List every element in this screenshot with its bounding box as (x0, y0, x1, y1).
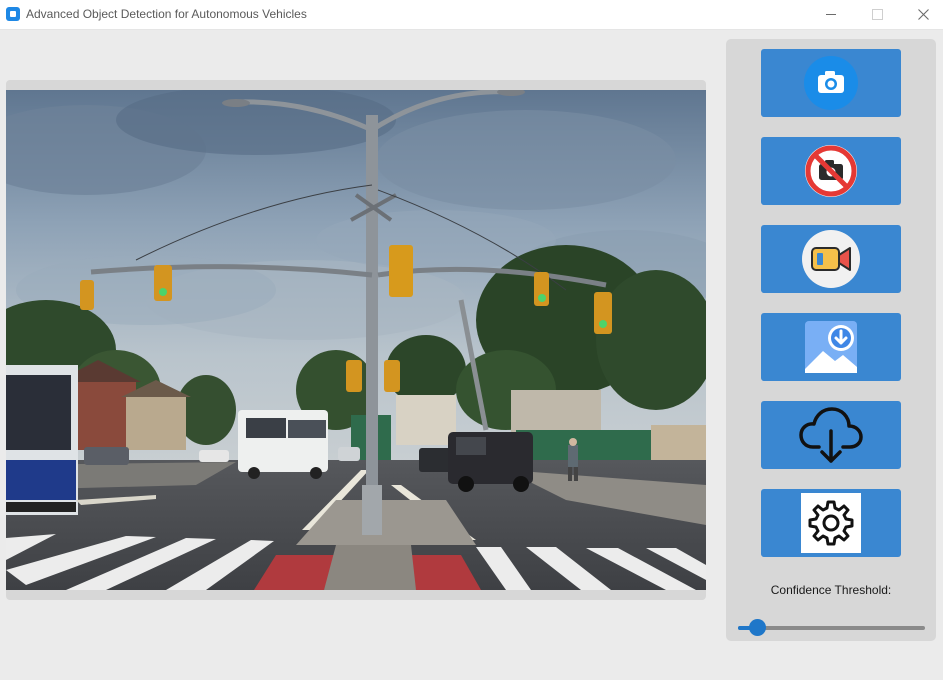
control-panel: Confidence Threshold: (726, 39, 936, 641)
minimize-button[interactable] (808, 0, 854, 29)
save-result-button[interactable] (761, 401, 901, 469)
title-bar: Advanced Object Detection for Autonomous… (0, 0, 943, 30)
gear-icon (808, 500, 854, 546)
confidence-threshold-label: Confidence Threshold: (770, 583, 892, 597)
camera-image (6, 90, 706, 590)
load-image-button[interactable] (761, 313, 901, 381)
app-icon (6, 7, 20, 21)
window-title: Advanced Object Detection for Autonomous… (26, 7, 307, 21)
settings-icon-box (801, 493, 861, 553)
close-icon (917, 9, 929, 20)
open-camera-button[interactable] (761, 49, 901, 117)
video-camera-icon (802, 230, 860, 288)
camera-icon (804, 56, 858, 110)
confidence-slider[interactable] (738, 619, 925, 636)
cloud-download-icon (799, 407, 863, 463)
settings-button[interactable] (761, 489, 901, 557)
maximize-button[interactable] (854, 0, 900, 29)
slider-handle[interactable] (748, 619, 766, 636)
minimize-icon (826, 14, 836, 15)
open-video-button[interactable] (761, 225, 901, 293)
camera-off-icon (805, 145, 857, 197)
maximize-icon (871, 9, 883, 20)
image-download-icon (805, 321, 857, 373)
stop-camera-button[interactable] (761, 137, 901, 205)
close-button[interactable] (900, 0, 943, 29)
